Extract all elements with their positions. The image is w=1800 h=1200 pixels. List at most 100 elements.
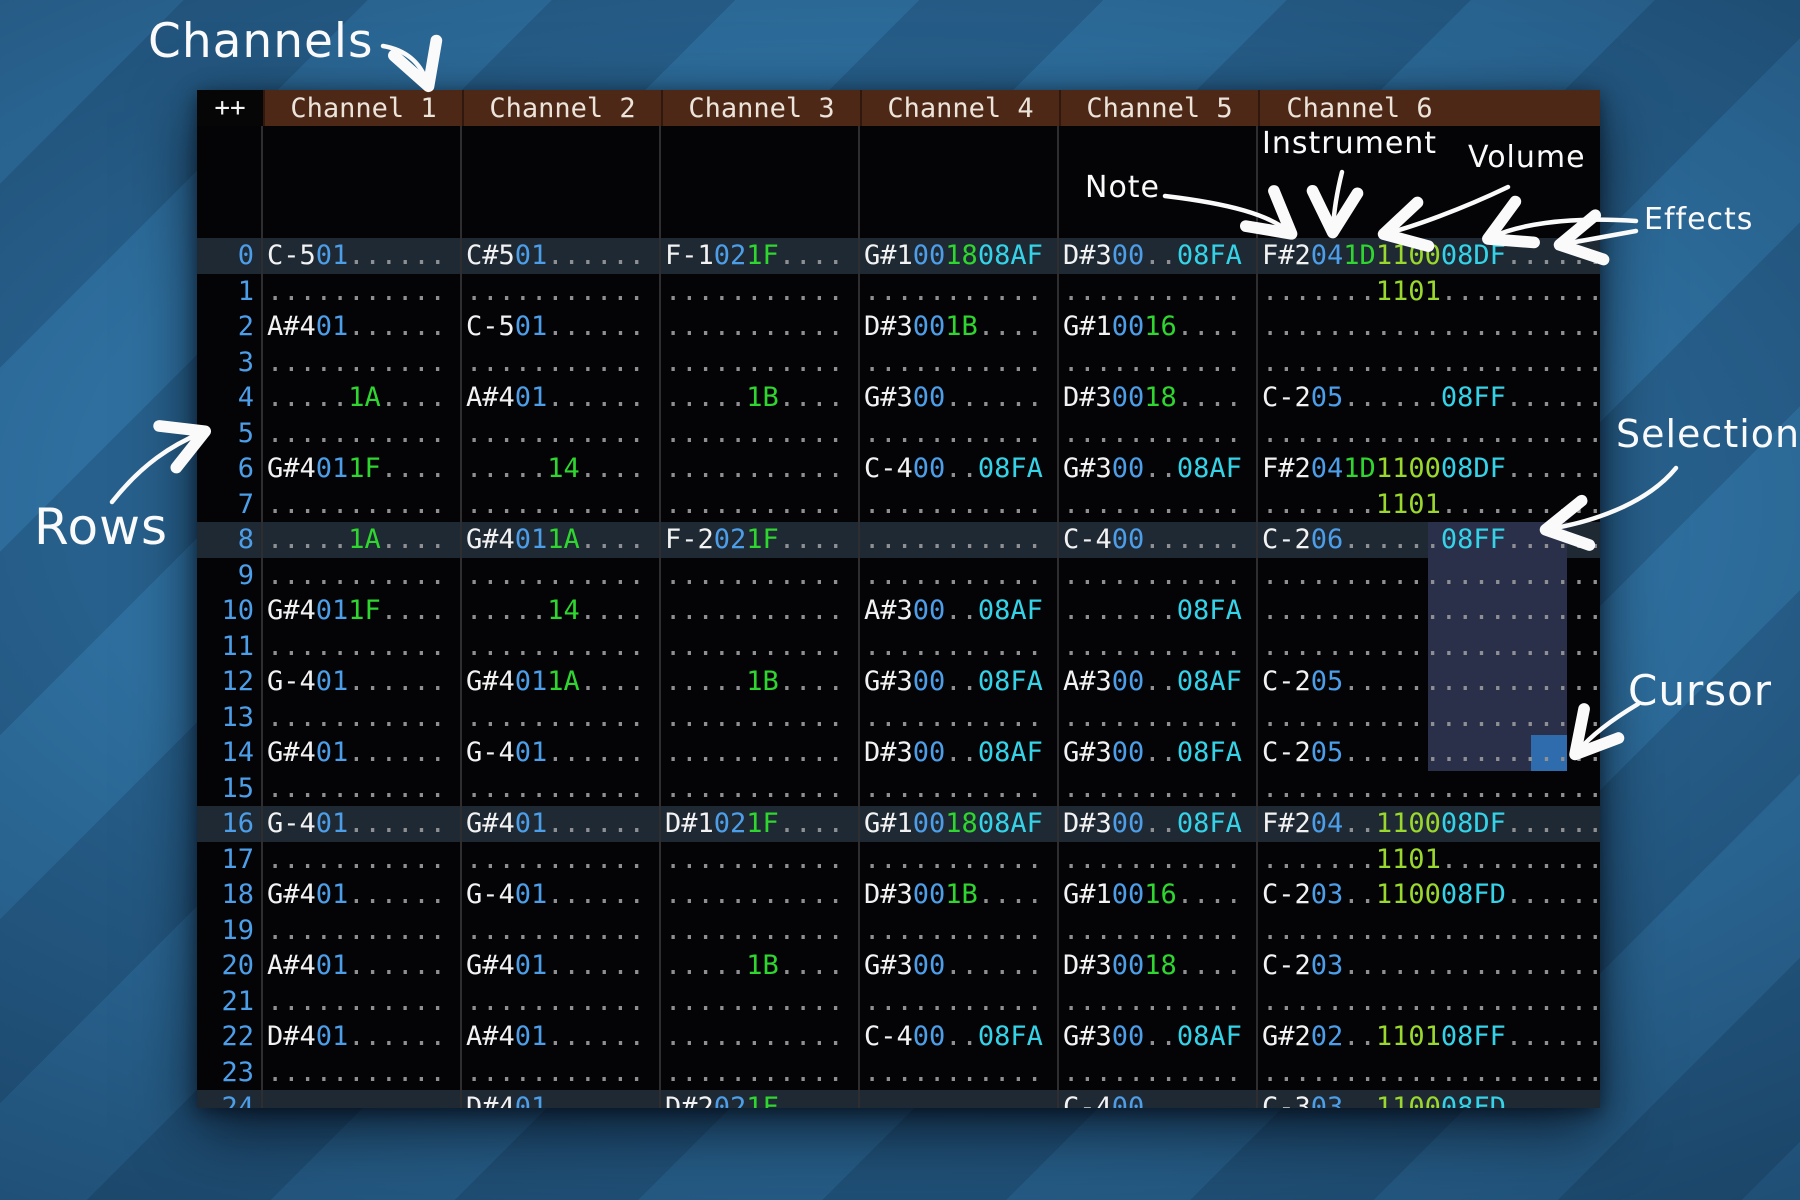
pattern-cell-ch1[interactable]: ........... [263, 345, 462, 381]
pattern-cell-ch3[interactable]: ........... [661, 558, 860, 594]
pattern-cell-ch5[interactable]: ........... [1059, 487, 1258, 523]
pattern-cell-ch4[interactable]: ........... [860, 345, 1059, 381]
pattern-cell-ch5[interactable]: D#300..08FA [1059, 806, 1258, 842]
pattern-cell-ch3[interactable]: ........... [661, 629, 860, 665]
pattern-cell-ch4[interactable]: ........... [860, 274, 1059, 310]
pattern-cell-ch1[interactable]: G#4011F.... [263, 451, 462, 487]
pattern-cell-ch1[interactable]: ........... [263, 913, 462, 949]
pattern-cell-ch2[interactable]: G-401...... [462, 735, 661, 771]
pattern-cell-ch4[interactable]: A#300..08AF [860, 593, 1059, 629]
row-number[interactable]: 13 [197, 700, 263, 736]
pattern-cell-ch5[interactable]: G#10016.... [1059, 877, 1258, 913]
row-number[interactable]: 14 [197, 735, 263, 771]
pattern-cell-ch4[interactable]: ........... [860, 629, 1059, 665]
pattern-cell-ch5[interactable]: A#300..08AF [1059, 664, 1258, 700]
pattern-cell-ch6[interactable]: F#204..110008DF...... [1258, 806, 1600, 842]
pattern-cell-ch2[interactable]: ........... [462, 345, 661, 381]
pattern-cell-ch5[interactable]: .......08FA [1059, 593, 1258, 629]
row-number[interactable]: 17 [197, 842, 263, 878]
pattern-cell-ch2[interactable]: ........... [462, 629, 661, 665]
pattern-cell-ch6[interactable]: C-203..110008FD...... [1258, 877, 1600, 913]
pattern-cell-ch5[interactable]: ........... [1059, 629, 1258, 665]
pattern-cell-ch6[interactable]: .......1101.......... [1258, 274, 1600, 310]
pattern-cell-ch3[interactable]: F-1021F.... [661, 238, 860, 274]
pattern-cell-ch6[interactable]: ..................... [1258, 984, 1600, 1020]
pattern-cell-ch6[interactable]: C-303..110008FD...... [1258, 1090, 1600, 1108]
pattern-cell-ch2[interactable]: G#401...... [462, 948, 661, 984]
channel-header-3[interactable]: Channel 3 [661, 90, 860, 126]
pattern-cell-ch3[interactable]: ........... [661, 984, 860, 1020]
pattern-cell-ch4[interactable]: C-400..08FA [860, 451, 1059, 487]
pattern-cell-ch5[interactable]: ........... [1059, 771, 1258, 807]
pattern-cell-ch4[interactable]: D#3001B.... [860, 309, 1059, 345]
pattern-cell-ch2[interactable]: ........... [462, 700, 661, 736]
pattern-cell-ch3[interactable]: ........... [661, 451, 860, 487]
pattern-cell-ch4[interactable]: ........... [860, 771, 1059, 807]
pattern-cell-ch2[interactable]: ........... [462, 842, 661, 878]
pattern-cell-ch5[interactable]: ........... [1059, 345, 1258, 381]
pattern-cell-ch2[interactable]: A#401...... [462, 1019, 661, 1055]
pattern-cell-ch5[interactable]: G#10016.... [1059, 309, 1258, 345]
pattern-cell-ch2[interactable]: G#4011A.... [462, 522, 661, 558]
channel-header-2[interactable]: Channel 2 [462, 90, 661, 126]
pattern-cell-ch5[interactable]: ........... [1059, 558, 1258, 594]
pattern-cell-ch3[interactable]: ........... [661, 1019, 860, 1055]
pattern-cell-ch1[interactable]: G#401...... [263, 877, 462, 913]
pattern-cell-ch6[interactable]: C-206......08FF...... [1258, 522, 1600, 558]
pattern-cell-ch2[interactable]: .....14.... [462, 451, 661, 487]
pattern-cell-ch6[interactable]: .......1101.......... [1258, 842, 1600, 878]
pattern-cell-ch3[interactable]: ........... [661, 735, 860, 771]
row-number[interactable]: 11 [197, 629, 263, 665]
pattern-cell-ch2[interactable]: ........... [462, 416, 661, 452]
pattern-cell-ch5[interactable]: ........... [1059, 1055, 1258, 1091]
pattern-cell-ch5[interactable]: ........... [1059, 984, 1258, 1020]
pattern-cell-ch3[interactable]: ........... [661, 700, 860, 736]
row-number[interactable]: 22 [197, 1019, 263, 1055]
pattern-cell-ch5[interactable]: ........... [1059, 842, 1258, 878]
pattern-cell-ch5[interactable]: C-400...... [1059, 522, 1258, 558]
pattern-cell-ch6[interactable]: C-205................ [1258, 664, 1600, 700]
row-number[interactable]: 7 [197, 487, 263, 523]
pattern-cell-ch5[interactable]: ........... [1059, 274, 1258, 310]
row-number[interactable]: 23 [197, 1055, 263, 1091]
pattern-cell-ch6[interactable]: ..................... [1258, 593, 1600, 629]
pattern-cell-ch1[interactable]: G#4011F.... [263, 593, 462, 629]
pattern-cell-ch1[interactable]: .....1A.... [263, 380, 462, 416]
row-number[interactable]: 19 [197, 913, 263, 949]
pattern-cell-ch4[interactable]: ........... [860, 522, 1059, 558]
pattern-cell-ch4[interactable]: ........... [860, 487, 1059, 523]
pattern-cell-ch1[interactable]: G#401...... [263, 735, 462, 771]
pattern-cell-ch5[interactable]: G#300..08AF [1059, 1019, 1258, 1055]
pattern-cell-ch1[interactable]: ........... [263, 558, 462, 594]
pattern-cell-ch3[interactable]: .....1B.... [661, 380, 860, 416]
pattern-cell-ch1[interactable]: ........... [263, 1090, 462, 1108]
pattern-cell-ch6[interactable]: ..................... [1258, 416, 1600, 452]
pattern-cell-ch3[interactable]: ........... [661, 593, 860, 629]
pattern-cell-ch2[interactable]: G#4011A.... [462, 664, 661, 700]
pattern-cell-ch4[interactable]: G#300..08FA [860, 664, 1059, 700]
pattern-cell-ch4[interactable]: ........... [860, 1090, 1059, 1108]
pattern-cell-ch5[interactable]: D#30018.... [1059, 948, 1258, 984]
pattern-cell-ch3[interactable]: ........... [661, 1055, 860, 1091]
row-number[interactable]: 24 [197, 1090, 263, 1108]
pattern-cell-ch6[interactable]: C-203................ [1258, 948, 1600, 984]
pattern-cell-ch1[interactable]: ........... [263, 629, 462, 665]
row-number[interactable]: 21 [197, 984, 263, 1020]
pattern-cell-ch4[interactable]: ........... [860, 984, 1059, 1020]
pattern-cell-ch2[interactable]: ........... [462, 558, 661, 594]
pattern-cell-ch2[interactable]: C-501...... [462, 309, 661, 345]
pattern-cell-ch2[interactable]: G-401...... [462, 877, 661, 913]
pattern-cell-ch2[interactable]: ........... [462, 487, 661, 523]
row-number[interactable]: 0 [197, 238, 263, 274]
pattern-cell-ch3[interactable]: ........... [661, 842, 860, 878]
pattern-cell-ch3[interactable]: .....1B.... [661, 948, 860, 984]
pattern-cell-ch1[interactable]: ........... [263, 842, 462, 878]
pattern-cell-ch1[interactable]: ........... [263, 416, 462, 452]
pattern-cell-ch4[interactable]: C-400..08FA [860, 1019, 1059, 1055]
pattern-cell-ch4[interactable]: G#300...... [860, 380, 1059, 416]
pattern-cell-ch3[interactable]: F-2021F.... [661, 522, 860, 558]
pattern-cell-ch3[interactable]: ........... [661, 416, 860, 452]
pattern-cell-ch6[interactable]: ..................... [1258, 700, 1600, 736]
row-number[interactable]: 6 [197, 451, 263, 487]
pattern-cell-ch4[interactable]: D#300..08AF [860, 735, 1059, 771]
